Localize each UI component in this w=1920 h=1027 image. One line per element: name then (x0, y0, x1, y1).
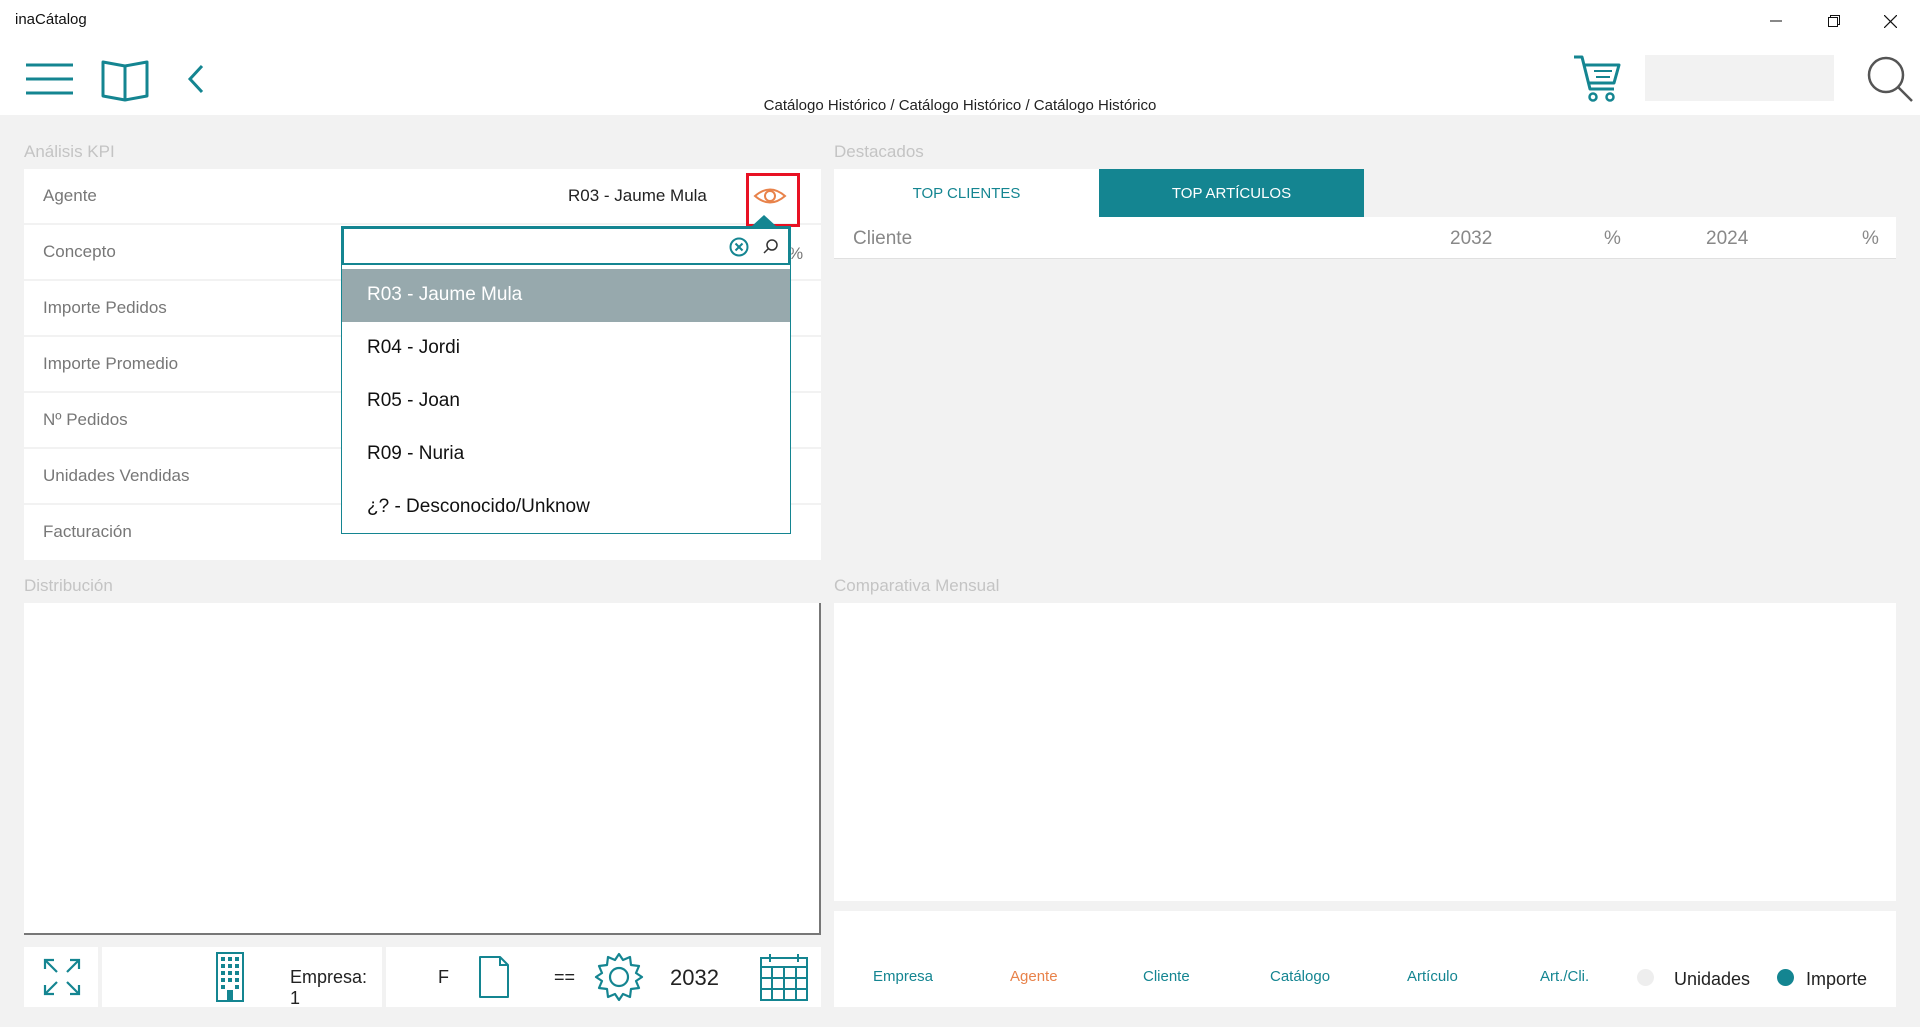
title-bar (0, 0, 1920, 42)
tab-top-clientes[interactable]: TOP CLIENTES (834, 169, 1099, 217)
radio-unidades-label: Unidades (1674, 969, 1751, 989)
close-button[interactable] (1862, 0, 1918, 42)
book-icon (101, 60, 149, 102)
grouping-bar: Empresa Agente Cliente Catálogo Artículo… (834, 911, 1896, 1007)
equals-label[interactable]: == (554, 967, 575, 988)
f-label[interactable]: F (438, 967, 449, 988)
minimize-button[interactable] (1748, 0, 1804, 42)
kpi-label: Nº Pedidos (43, 410, 128, 429)
distribucion-panel (24, 603, 821, 935)
back-icon (187, 64, 204, 94)
restore-icon (1828, 15, 1840, 27)
dropdown-search-input[interactable] (348, 233, 722, 261)
dropdown-option[interactable]: R04 - Jordi (342, 322, 790, 375)
tab-top-articulos[interactable]: TOP ARTÍCULOS (1099, 169, 1364, 217)
search-icon (763, 239, 778, 254)
eye-icon (753, 188, 787, 204)
close-icon (1883, 14, 1897, 28)
calendar-icon[interactable] (760, 953, 808, 1001)
column-header-percent[interactable]: % (1862, 228, 1879, 250)
radio-unidades[interactable] (1637, 969, 1654, 986)
empresa-label: Empresa: 1 (290, 967, 368, 1008)
dropdown-option[interactable]: R09 - Nuria (342, 428, 790, 481)
kpi-label: Unidades Vendidas (43, 466, 190, 485)
top-table-header: Cliente 2032 % 2024 % (834, 217, 1896, 259)
empresa-selector[interactable]: Empresa: 1 (102, 947, 382, 1008)
group-art-cli[interactable]: Art./Cli. (1540, 968, 1589, 985)
bottom-filter-bar: Empresa: 1 F == 2032 (24, 947, 821, 1008)
kpi-label: Agente (43, 186, 97, 205)
kpi-section-label: Análisis KPI (24, 142, 115, 161)
expand-icon (43, 958, 81, 996)
cart-icon (1574, 55, 1621, 102)
dropdown-option[interactable]: R03 - Jaume Mula (342, 269, 790, 322)
search-icon (1867, 56, 1913, 102)
document-icon[interactable] (478, 955, 510, 999)
group-empresa[interactable]: Empresa (873, 968, 933, 985)
column-header-year[interactable]: 2032 (1450, 228, 1492, 250)
dropdown-option[interactable]: R05 - Joan (342, 375, 790, 428)
column-header-year[interactable]: 2024 (1706, 228, 1748, 250)
group-catalogo[interactable]: Catálogo (1270, 968, 1330, 985)
search-input[interactable] (1645, 55, 1834, 101)
gear-icon[interactable] (594, 952, 644, 1002)
comparativa-panel (834, 603, 1896, 901)
kpi-row-agente: Agente R03 - Jaume Mula (24, 169, 821, 223)
menu-button[interactable] (26, 62, 74, 96)
year-value[interactable]: 2032 (670, 965, 719, 991)
app-title: inaCátalog (15, 11, 87, 28)
radio-importe[interactable] (1777, 969, 1794, 986)
minimize-icon (1770, 20, 1782, 22)
cart-button[interactable] (1572, 53, 1622, 103)
dropdown-option[interactable]: ¿? - Desconocido/Unknow (342, 481, 790, 534)
dropdown-search-button[interactable] (763, 239, 779, 255)
eye-icon-wrap (753, 185, 787, 207)
search-button[interactable] (1866, 55, 1914, 103)
filters-segment: F == 2032 (386, 947, 821, 1007)
radio-importe-label: Importe (1806, 969, 1868, 989)
column-header-cliente[interactable]: Cliente (853, 228, 912, 250)
clear-icon (729, 237, 749, 257)
kpi-label: Importe Pedidos (43, 298, 167, 317)
comparativa-section-label: Comparativa Mensual (834, 576, 1000, 595)
destacados-section-label: Destacados (834, 142, 924, 161)
menu-icon (26, 63, 73, 95)
column-header-percent[interactable]: % (1604, 228, 1621, 250)
breadcrumb: Catálogo Histórico / Catálogo Histórico … (763, 97, 1157, 114)
agent-dropdown: R03 - Jaume Mula R04 - Jordi R05 - Joan … (341, 226, 791, 534)
kpi-label: Facturación (43, 522, 132, 541)
restore-button[interactable] (1806, 0, 1862, 42)
group-cliente[interactable]: Cliente (1143, 968, 1190, 985)
clear-button[interactable] (729, 237, 749, 257)
kpi-label: Concepto (43, 242, 116, 261)
expand-button[interactable] (24, 947, 98, 1007)
group-articulo[interactable]: Artículo (1407, 968, 1458, 985)
back-button[interactable] (187, 64, 205, 94)
group-agente[interactable]: Agente (1010, 968, 1058, 985)
distribucion-section-label: Distribución (24, 576, 113, 595)
catalog-button[interactable] (101, 58, 149, 102)
kpi-label: Importe Promedio (43, 354, 179, 373)
dropdown-search-box (342, 227, 790, 265)
agent-value[interactable]: R03 - Jaume Mula (568, 186, 707, 206)
building-icon (216, 952, 244, 1002)
dropdown-caret (752, 215, 776, 226)
